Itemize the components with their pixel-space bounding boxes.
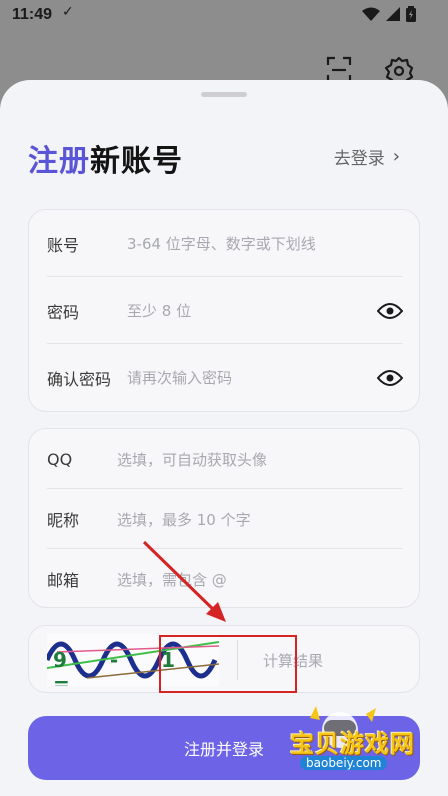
account-card: 账号 3-64 位字母、数字或下划线 密码 至少 8 位 确认密码 请再次输入密…: [28, 209, 420, 412]
status-bar: 11:49 ✓: [0, 0, 448, 32]
password-label: 密码: [47, 302, 80, 322]
email-label: 邮箱: [47, 571, 80, 590]
title-rest: 新账号: [90, 144, 183, 179]
chevron-right-icon: ›: [392, 146, 400, 167]
confirm-password-row[interactable]: 确认密码 请再次输入密码: [29, 344, 419, 411]
password-input[interactable]: 至少 8 位: [127, 300, 191, 321]
account-label: 账号: [47, 235, 80, 255]
eye-icon[interactable]: [377, 302, 403, 320]
status-time: 11:49: [12, 6, 53, 23]
password-row[interactable]: 密码 至少 8 位: [29, 277, 419, 344]
signal-icon: [386, 7, 400, 21]
confirm-password-input[interactable]: 请再次输入密码: [127, 367, 232, 388]
go-login-label: 去登录: [333, 149, 385, 169]
qq-label: QQ: [47, 449, 73, 469]
annotation-highlight: [159, 635, 297, 693]
qq-row[interactable]: QQ 选填，可自动获取头像: [29, 429, 419, 489]
watermark-url: baobeiy.com: [300, 756, 388, 770]
go-login-link[interactable]: 去登录 ›: [334, 144, 400, 169]
download-check-icon: ✓: [62, 4, 74, 20]
register-button-label: 注册并登录: [183, 740, 264, 759]
nickname-label: 昵称: [47, 511, 80, 530]
watermark-text: 宝贝游戏网: [290, 730, 415, 758]
qq-input[interactable]: 选填，可自动获取头像: [117, 449, 267, 470]
page-title: 注册新账号: [28, 136, 183, 180]
status-indicators: [362, 6, 416, 22]
wifi-icon: [362, 7, 380, 21]
annotation-arrow-icon: [142, 540, 226, 622]
eye-icon[interactable]: [377, 369, 403, 387]
confirm-password-label: 确认密码: [47, 369, 112, 389]
title-accent: 注册: [28, 144, 90, 179]
nickname-input[interactable]: 选填，最多 10 个字: [117, 509, 251, 530]
account-input[interactable]: 3-64 位字母、数字或下划线: [127, 233, 316, 254]
account-row[interactable]: 账号 3-64 位字母、数字或下划线: [29, 210, 419, 277]
drag-handle[interactable]: [201, 92, 247, 97]
battery-icon: [406, 6, 416, 22]
